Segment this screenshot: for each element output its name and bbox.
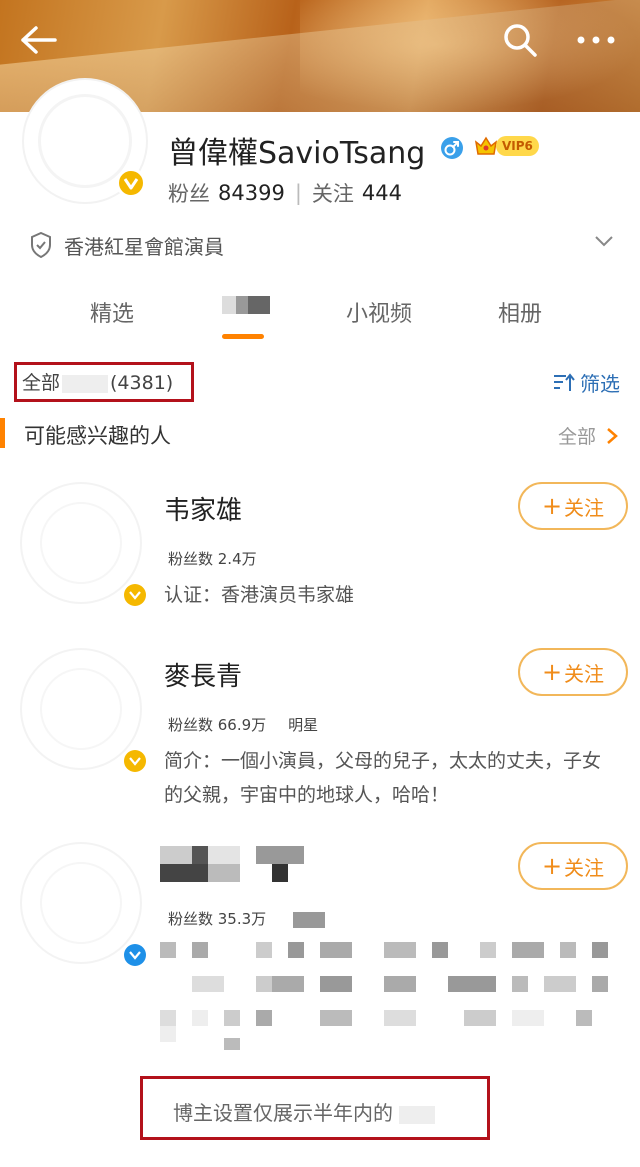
suggestions-all-link[interactable]: 全部 — [558, 422, 618, 449]
stats-divider: | — [294, 181, 302, 205]
chevron-down-icon[interactable] — [594, 234, 614, 248]
profile-stats: 粉丝 84399 | 关注 444 — [168, 178, 402, 208]
follow-button[interactable]: + 关注 — [518, 648, 628, 696]
privacy-notice-text: 博主设置仅展示半年内的 — [173, 1097, 435, 1126]
search-icon — [504, 24, 537, 57]
suggested-person-card[interactable]: 麥長青 粉丝数 66.9万 明星 简介：一個小演員，父母的兒子，太太的丈夫，子女的… — [0, 642, 640, 822]
profile-tabs: 精选 小视频 相册 — [0, 290, 640, 342]
person-fans: 粉丝数 66.9万 明星 — [168, 716, 319, 734]
follow-button[interactable]: + 关注 — [518, 482, 628, 530]
suggested-person-card[interactable]: 粉丝数 35.3万 + 关注 — [0, 836, 640, 1066]
suggestions-title: 可能感兴趣的人 — [24, 424, 171, 448]
tab-weibo[interactable] — [222, 294, 274, 318]
section-accent-bar — [0, 418, 5, 448]
suggested-person-card[interactable]: 韦家雄 粉丝数 2.4万 认证：香港演员韦家雄 + 关注 — [0, 476, 640, 626]
male-icon — [441, 137, 463, 159]
follow-label: 关注 — [311, 182, 354, 206]
mosaic-redaction — [62, 374, 109, 393]
tab-album[interactable]: 相册 — [498, 296, 542, 328]
back-arrow-icon — [21, 26, 57, 54]
person-name[interactable]: 麥長青 — [164, 656, 242, 693]
verified-badge-icon — [124, 584, 146, 606]
avatar[interactable] — [20, 482, 142, 604]
mosaic-redaction — [236, 296, 248, 314]
mosaic-redaction — [160, 942, 610, 1052]
filter-button[interactable]: 筛选 — [552, 368, 620, 397]
fans-count[interactable]: 84399 — [218, 181, 285, 205]
tab-featured[interactable]: 精选 — [90, 296, 134, 328]
fans-label: 粉丝 — [168, 182, 210, 206]
privacy-notice: 博主设置仅展示半年内的 — [140, 1076, 490, 1140]
person-fans: 粉丝数 2.4万 — [168, 550, 257, 568]
mosaic-redaction — [399, 1105, 435, 1124]
mosaic-redaction — [160, 846, 304, 882]
certification-row[interactable]: 香港紅星會館演員 — [30, 230, 620, 260]
avatar[interactable] — [20, 648, 142, 770]
more-dots-icon — [577, 36, 615, 44]
certification-text: 香港紅星會館演員 — [64, 234, 224, 259]
filter-sort-icon — [554, 372, 575, 391]
plus-icon: + — [541, 658, 563, 686]
plus-icon: + — [541, 852, 563, 880]
chevron-right-icon — [607, 427, 618, 444]
follow-count[interactable]: 444 — [362, 181, 402, 205]
shield-icon — [31, 232, 51, 258]
mosaic-redaction — [292, 911, 325, 928]
filter-row: 全部 (4381) 筛选 — [0, 362, 640, 402]
person-description: 简介：一個小演員，父母的兒子，太太的丈夫，子女的父親，宇宙中的地球人，哈哈！ — [164, 750, 602, 806]
follow-button[interactable]: + 关注 — [518, 842, 628, 890]
verified-badge-icon — [124, 750, 146, 772]
tab-short-video[interactable]: 小视频 — [346, 296, 412, 328]
suggestions-header: 可能感兴趣的人 全部 — [0, 412, 640, 456]
person-name[interactable]: 韦家雄 — [164, 490, 242, 527]
search-button[interactable] — [498, 18, 542, 62]
all-posts-count: 全部 (4381) — [22, 372, 174, 394]
person-tag: 明星 — [288, 716, 319, 734]
vip-badge[interactable]: VIP6 — [474, 134, 540, 158]
back-button[interactable] — [16, 18, 60, 62]
crown-icon — [474, 136, 498, 155]
more-button[interactable] — [574, 18, 618, 62]
verified-badge-icon — [124, 944, 146, 966]
mosaic-redaction — [222, 296, 236, 314]
person-description: 认证：香港演员韦家雄 — [164, 584, 355, 606]
avatar[interactable] — [20, 842, 142, 964]
profile-name: 曾偉權SavioTsang — [168, 136, 426, 171]
person-fans: 粉丝数 35.3万 — [168, 908, 325, 929]
plus-icon: + — [541, 492, 563, 520]
active-tab-indicator — [222, 334, 264, 339]
vip-level-label: VIP6 — [496, 136, 539, 156]
mosaic-redaction — [248, 296, 270, 314]
verified-badge-icon — [116, 168, 146, 198]
